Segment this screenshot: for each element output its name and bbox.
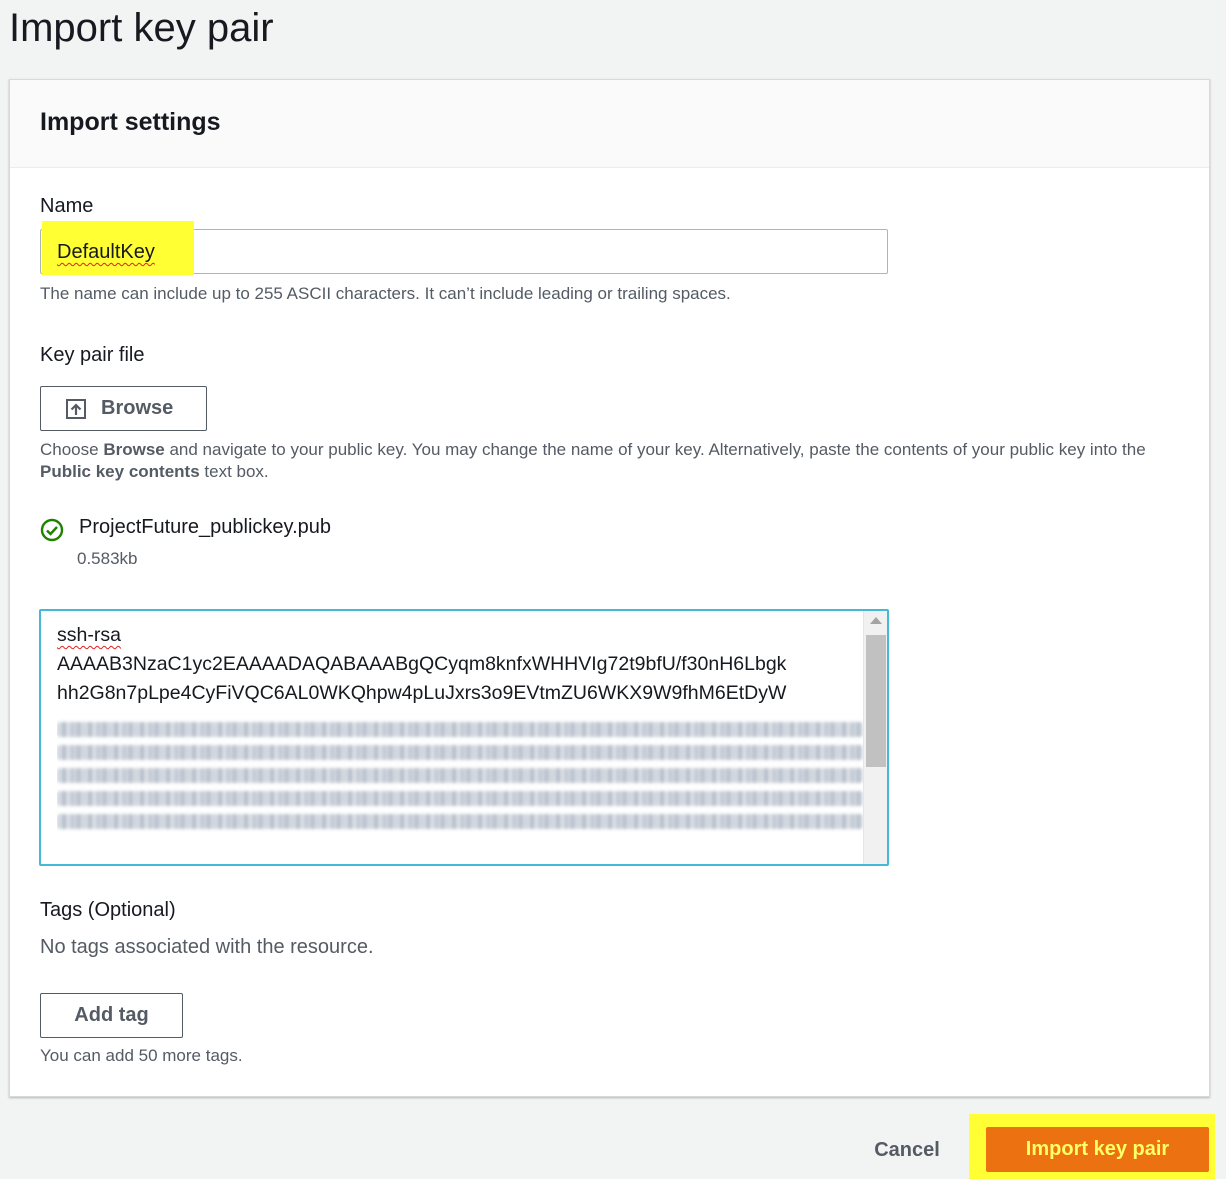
hint-suffix: text box.	[199, 462, 269, 481]
public-key-text: ssh-rsa AAAAB3NzaC1yc2EAAAADAQABAAABgQCy…	[57, 621, 857, 708]
file-size: 0.583kb	[77, 549, 138, 568]
redacted-key-content	[57, 715, 863, 855]
name-hint: The name can include up to 255 ASCII cha…	[40, 284, 731, 303]
hint-public-key: Public key contents	[40, 462, 200, 481]
page-title: Import key pair	[9, 6, 274, 50]
name-input-value: DefaultKey	[57, 241, 155, 263]
public-key-textarea[interactable]: ssh-rsa AAAAB3NzaC1yc2EAAAADAQABAAABgQCy…	[39, 609, 889, 866]
key-line-3: hh2G8n7pLpe4CyFiVQC6AL0WKQhpw4pLuJxrs3o9…	[57, 682, 787, 704]
import-settings-panel: Import settings Name DefaultKey The name…	[9, 79, 1210, 1097]
browse-button[interactable]: Browse	[40, 386, 207, 431]
key-pair-file-hint: Choose Browse and navigate to your publi…	[40, 439, 1180, 483]
import-key-pair-button[interactable]: Import key pair	[986, 1127, 1209, 1172]
panel-header: Import settings	[10, 80, 1209, 168]
panel-heading: Import settings	[40, 108, 221, 136]
key-pair-file-label: Key pair file	[40, 344, 145, 366]
hint-prefix: Choose	[40, 440, 104, 459]
scroll-thumb[interactable]	[866, 635, 886, 767]
browse-label: Browse	[101, 397, 174, 419]
add-tag-button[interactable]: Add tag	[40, 993, 183, 1038]
name-input[interactable]: DefaultKey	[40, 221, 888, 275]
hint-browse: Browse	[103, 440, 165, 459]
tags-empty-text: No tags associated with the resource.	[40, 936, 374, 958]
name-label: Name	[40, 195, 94, 217]
tags-label: Tags (Optional)	[40, 899, 176, 921]
cancel-button[interactable]: Cancel	[856, 1130, 958, 1170]
tags-limit-hint: You can add 50 more tags.	[40, 1046, 243, 1065]
key-line-2: AAAAB3NzaC1yc2EAAAADAQABAAABgQCyqm8knfxW…	[57, 653, 787, 675]
upload-icon	[66, 398, 86, 419]
check-circle-icon	[40, 518, 64, 542]
key-line-1: ssh-rsa	[57, 624, 121, 646]
scroll-up-arrow-icon[interactable]	[870, 617, 882, 624]
textarea-scrollbar[interactable]	[863, 611, 887, 864]
file-name: ProjectFuture_publickey.pub	[79, 516, 331, 538]
hint-middle: and navigate to your public key. You may…	[164, 440, 1146, 459]
